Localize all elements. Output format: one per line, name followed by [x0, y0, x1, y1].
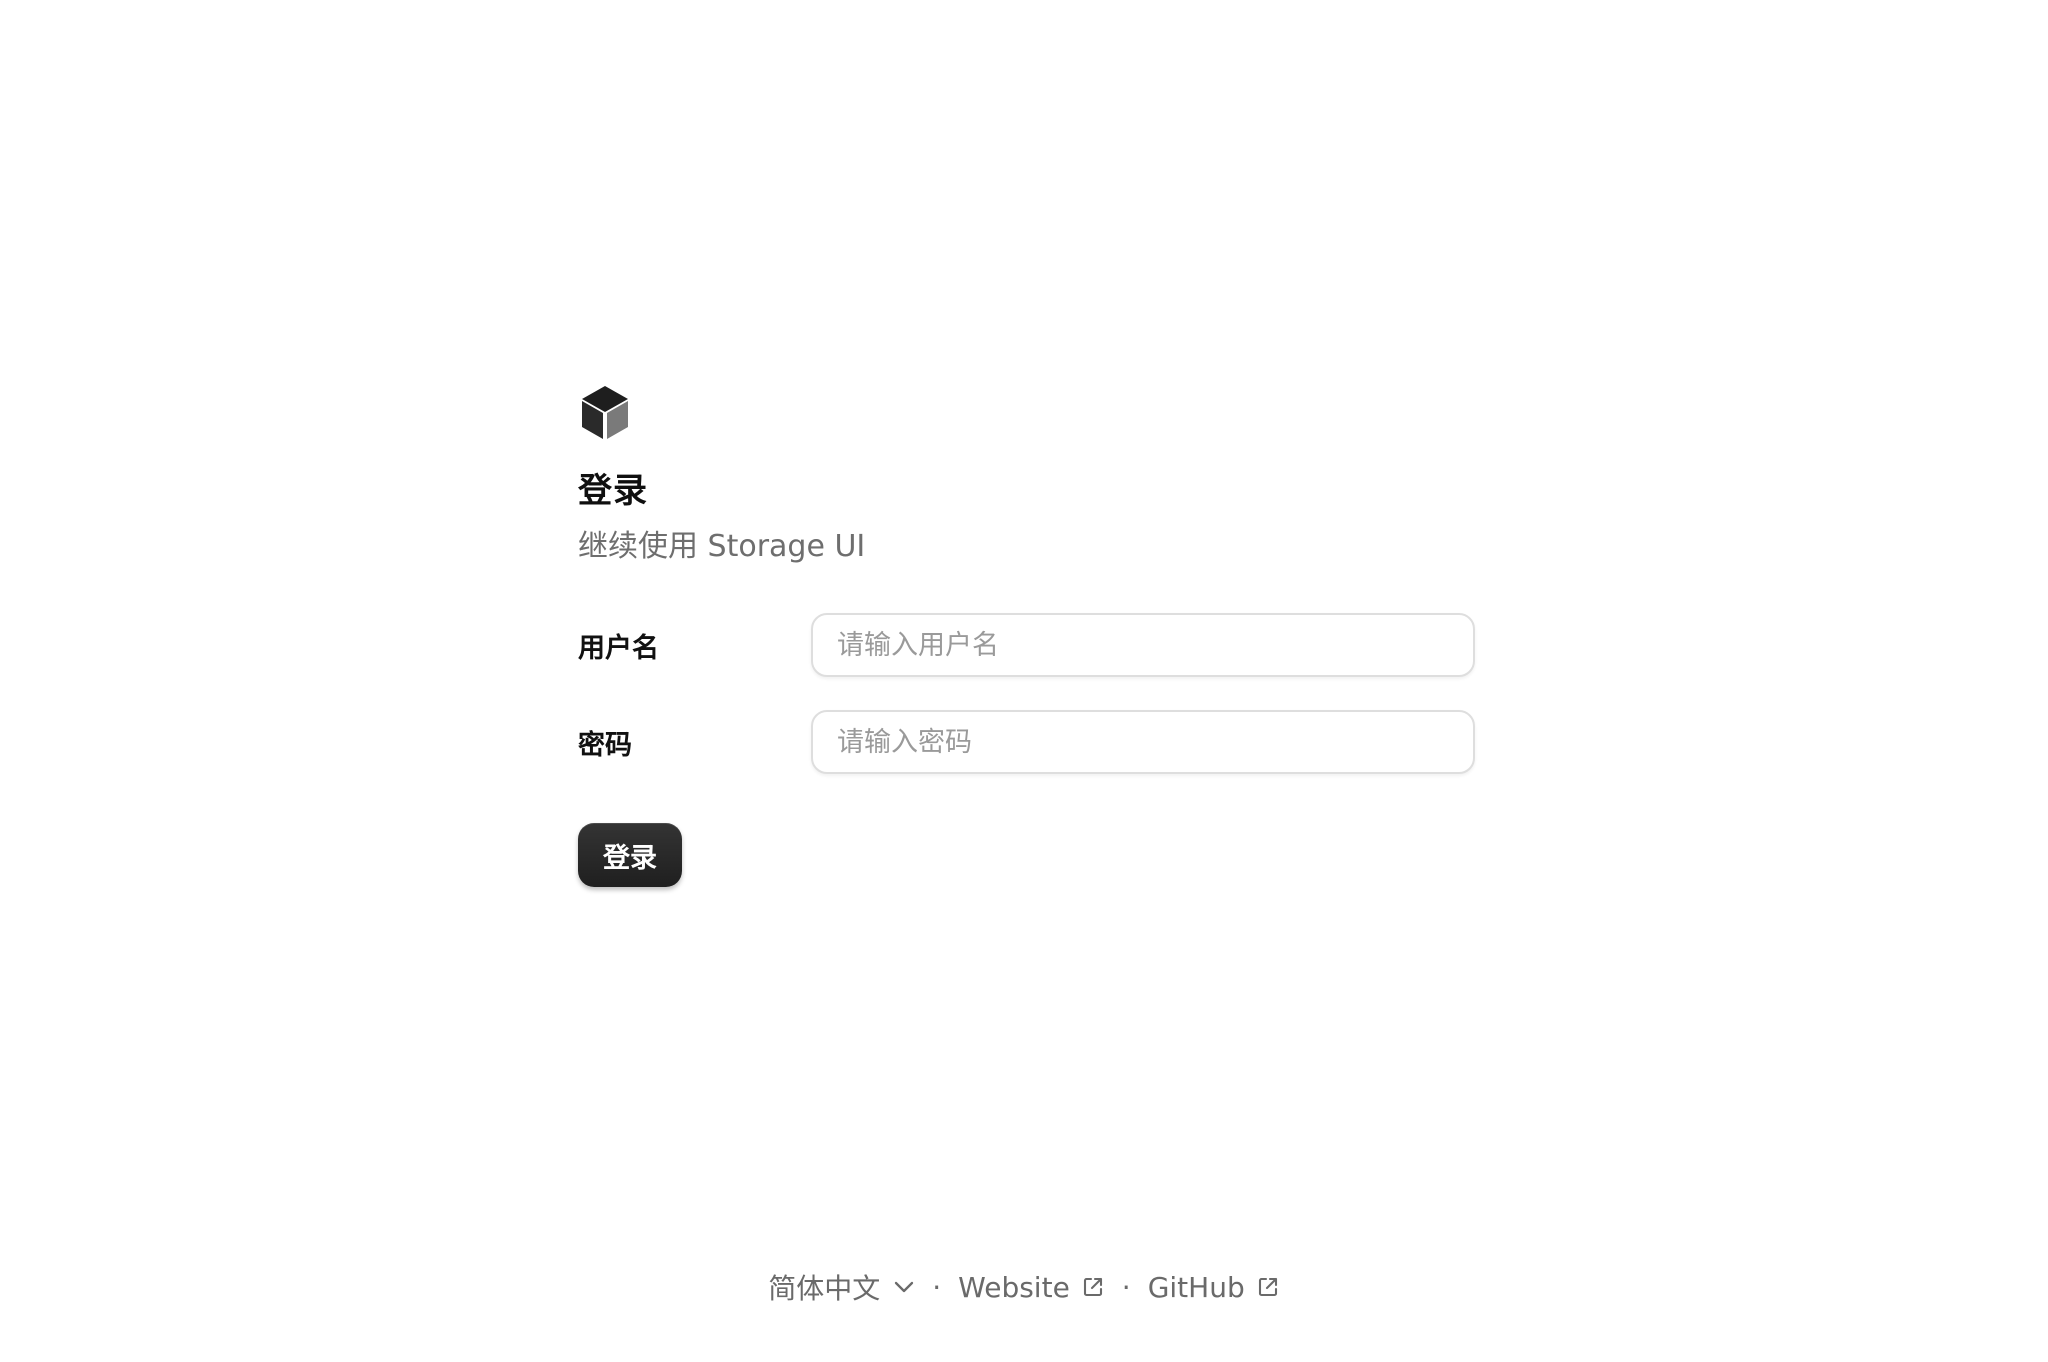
- language-label: 简体中文: [768, 1272, 881, 1305]
- external-link-icon: [1258, 1277, 1277, 1297]
- page-title: 登录: [578, 471, 648, 511]
- password-label: 密码: [578, 729, 632, 761]
- github-link-label: GitHub: [1147, 1270, 1245, 1304]
- language-selector[interactable]: 简体中文: [768, 1267, 915, 1307]
- external-link-icon: [1083, 1277, 1102, 1297]
- username-label: 用户名: [578, 632, 659, 664]
- login-card: 登录 继续使用 Storage UI 用户名 密码 登录: [578, 384, 1475, 887]
- page-subtitle: 继续使用 Storage UI: [578, 529, 866, 564]
- password-row: 密码: [578, 710, 1475, 774]
- footer-separator: ·: [932, 1270, 942, 1304]
- chevron-down-icon: [895, 1281, 914, 1293]
- website-link[interactable]: Website: [958, 1271, 1105, 1304]
- username-input[interactable]: [811, 613, 1475, 677]
- footer-separator: ·: [1121, 1270, 1131, 1304]
- login-button[interactable]: 登录: [578, 823, 682, 887]
- username-row: 用户名: [578, 613, 1475, 677]
- website-link-label: Website: [958, 1270, 1070, 1304]
- password-input[interactable]: [811, 710, 1475, 774]
- footer: 简体中文 · Website · GitHub: [0, 1264, 2048, 1310]
- cube-icon: [582, 386, 628, 439]
- github-link[interactable]: GitHub: [1148, 1271, 1280, 1304]
